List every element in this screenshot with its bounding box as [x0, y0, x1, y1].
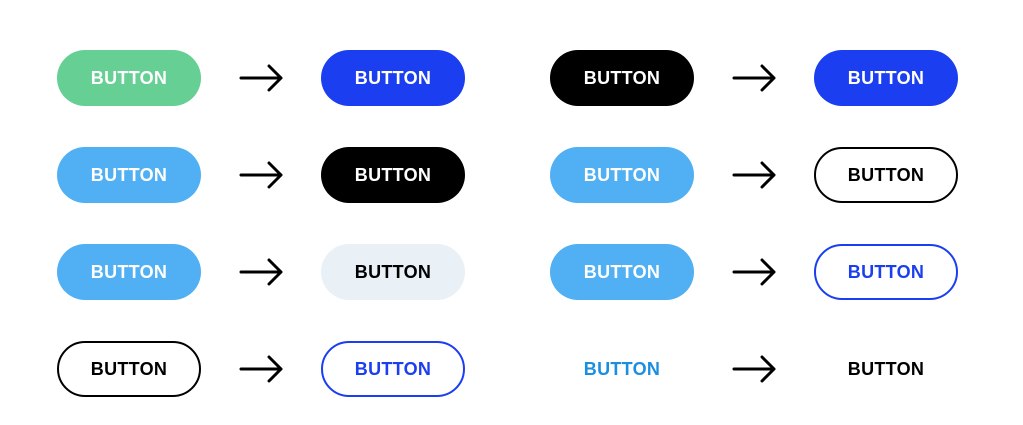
- row2-left-to-button[interactable]: BUTTON: [321, 147, 465, 203]
- arrow-right-icon: [732, 63, 778, 93]
- row4-left-to-button[interactable]: BUTTON: [321, 341, 465, 397]
- arrow-right-icon: [239, 160, 285, 190]
- row3-left-to-button[interactable]: BUTTON: [321, 244, 465, 300]
- row2-left-from-button[interactable]: BUTTON: [57, 147, 201, 203]
- row4-right-to-button[interactable]: BUTTON: [814, 341, 958, 397]
- row3-right-to-button[interactable]: BUTTON: [814, 244, 958, 300]
- row2-right-from-button[interactable]: BUTTON: [550, 147, 694, 203]
- button-transition-grid: BUTTON BUTTON BUTTON BUTTON BUTTON BUTTO…: [0, 0, 1023, 425]
- row3-left-from-button[interactable]: BUTTON: [57, 244, 201, 300]
- row4-right-from-button[interactable]: BUTTON: [550, 341, 694, 397]
- row4-left-from-button[interactable]: BUTTON: [57, 341, 201, 397]
- arrow-right-icon: [732, 354, 778, 384]
- arrow-right-icon: [239, 63, 285, 93]
- row1-left-from-button[interactable]: BUTTON: [57, 50, 201, 106]
- arrow-right-icon: [732, 160, 778, 190]
- arrow-right-icon: [239, 257, 285, 287]
- arrow-right-icon: [732, 257, 778, 287]
- row1-right-to-button[interactable]: BUTTON: [814, 50, 958, 106]
- row1-left-to-button[interactable]: BUTTON: [321, 50, 465, 106]
- arrow-right-icon: [239, 354, 285, 384]
- row3-right-from-button[interactable]: BUTTON: [550, 244, 694, 300]
- row2-right-to-button[interactable]: BUTTON: [814, 147, 958, 203]
- row1-right-from-button[interactable]: BUTTON: [550, 50, 694, 106]
